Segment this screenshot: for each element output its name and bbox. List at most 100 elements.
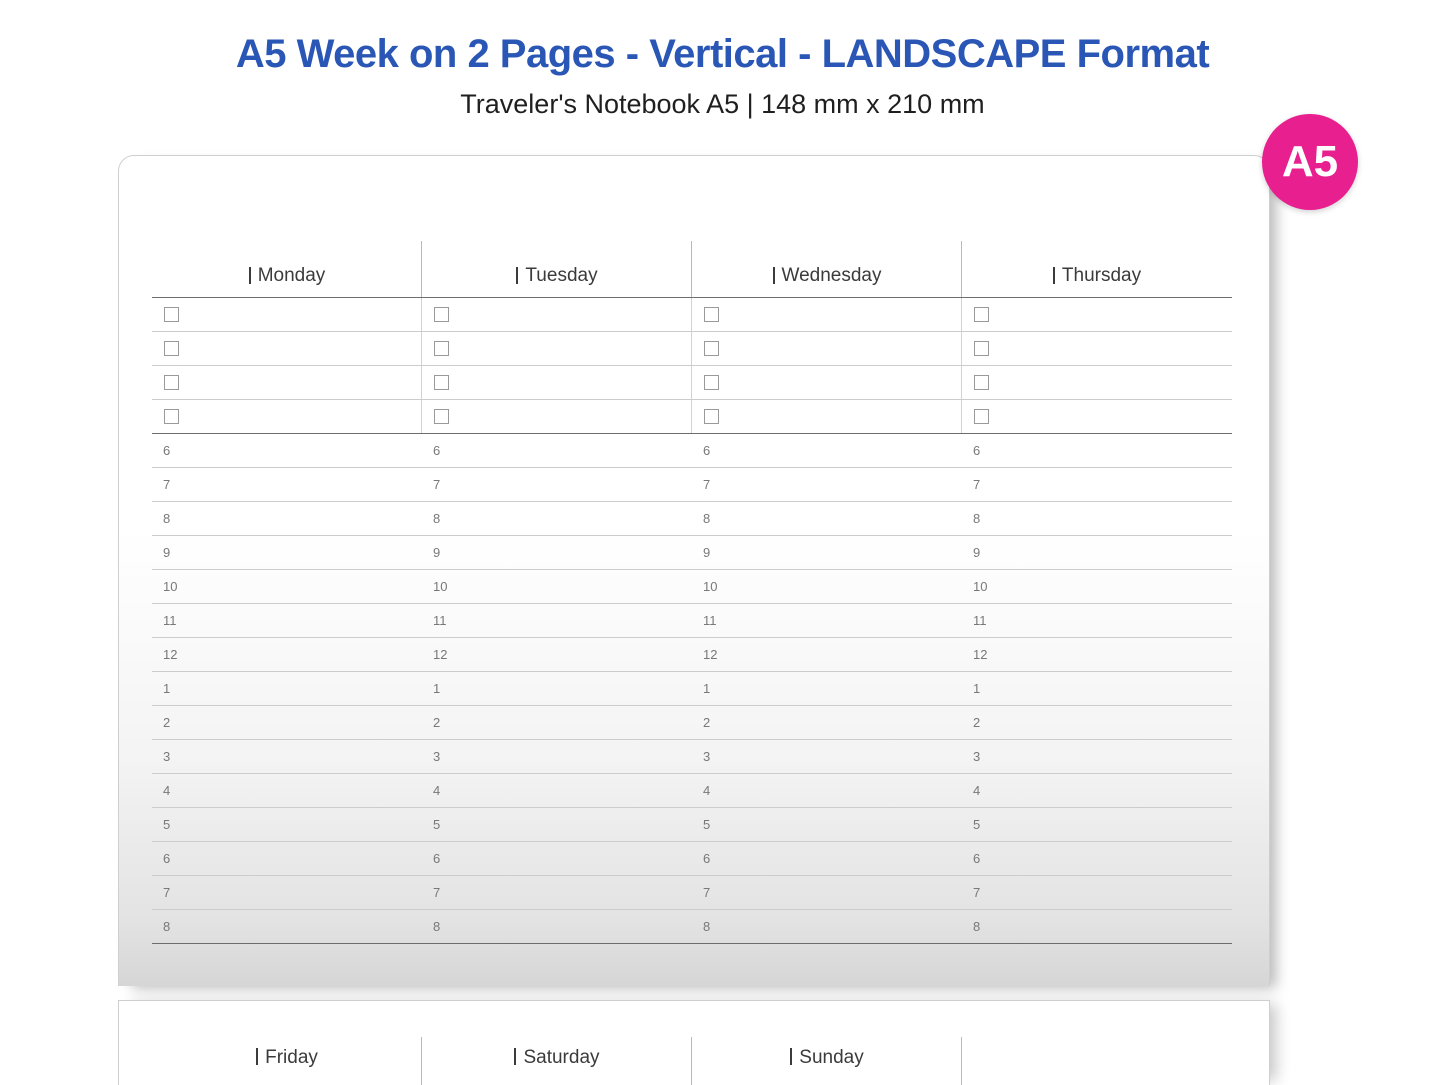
hour-cell-wednesday[interactable]: 7	[692, 876, 962, 909]
hour-cell-wednesday[interactable]: 8	[692, 910, 962, 943]
hour-row: 12 12 12 12	[152, 638, 1232, 672]
hour-cell-tuesday[interactable]: 7	[422, 876, 692, 909]
hour-cell-monday[interactable]: 8	[152, 502, 422, 535]
checkbox-icon[interactable]	[434, 341, 449, 356]
checkbox-icon[interactable]	[164, 375, 179, 390]
hour-row: 8 8 8 8	[152, 910, 1232, 944]
hour-cell-tuesday[interactable]: 4	[422, 774, 692, 807]
checkbox-icon[interactable]	[164, 341, 179, 356]
hour-cell-monday[interactable]: 2	[152, 706, 422, 739]
hour-cell-wednesday[interactable]: 8	[692, 502, 962, 535]
checkbox-icon[interactable]	[164, 307, 179, 322]
hour-cell-monday[interactable]: 4	[152, 774, 422, 807]
hour-cell-wednesday[interactable]: 12	[692, 638, 962, 671]
hour-cell-wednesday[interactable]: 3	[692, 740, 962, 773]
hour-cell-thursday[interactable]: 8	[962, 910, 1232, 943]
checkbox-icon[interactable]	[704, 375, 719, 390]
hour-cell-monday[interactable]: 1	[152, 672, 422, 705]
hour-cell-wednesday[interactable]: 7	[692, 468, 962, 501]
checkbox-icon[interactable]	[434, 375, 449, 390]
hour-cell-wednesday[interactable]: 4	[692, 774, 962, 807]
hour-row: 6 6 6 6	[152, 434, 1232, 468]
hour-cell-wednesday[interactable]: 11	[692, 604, 962, 637]
day-tick-icon	[790, 1047, 793, 1065]
checkbox-icon[interactable]	[974, 409, 989, 424]
day-header-notes	[962, 1031, 1232, 1083]
hour-cell-wednesday[interactable]: 2	[692, 706, 962, 739]
hour-cell-tuesday[interactable]: 8	[422, 910, 692, 943]
hour-cell-thursday[interactable]: 6	[962, 842, 1232, 875]
hour-row: 7 7 7 7	[152, 876, 1232, 910]
hour-cell-wednesday[interactable]: 9	[692, 536, 962, 569]
hour-cell-tuesday[interactable]: 6	[422, 842, 692, 875]
page-header: A5 Week on 2 Pages - Vertical - LANDSCAP…	[0, 0, 1445, 120]
hour-cell-monday[interactable]: 6	[152, 434, 422, 467]
hour-cell-monday[interactable]: 6	[152, 842, 422, 875]
checkbox-icon[interactable]	[974, 375, 989, 390]
hour-cell-monday[interactable]: 10	[152, 570, 422, 603]
hour-cell-thursday[interactable]: 11	[962, 604, 1232, 637]
hour-cell-tuesday[interactable]: 2	[422, 706, 692, 739]
hour-cell-wednesday[interactable]: 1	[692, 672, 962, 705]
hour-cell-thursday[interactable]: 1	[962, 672, 1232, 705]
hour-cell-tuesday[interactable]: 3	[422, 740, 692, 773]
hour-cell-monday[interactable]: 7	[152, 468, 422, 501]
hour-cell-thursday[interactable]: 2	[962, 706, 1232, 739]
hour-cell-wednesday[interactable]: 10	[692, 570, 962, 603]
hour-cell-tuesday[interactable]: 1	[422, 672, 692, 705]
day-tick-icon	[248, 267, 251, 284]
hour-cell-monday[interactable]: 8	[152, 910, 422, 943]
checkbox-icon[interactable]	[974, 341, 989, 356]
hour-cell-monday[interactable]: 7	[152, 876, 422, 909]
hour-cell-thursday[interactable]: 3	[962, 740, 1232, 773]
checkbox-icon[interactable]	[704, 307, 719, 322]
hour-cell-tuesday[interactable]: 11	[422, 604, 692, 637]
hour-cell-tuesday[interactable]: 6	[422, 434, 692, 467]
day-header-label: Wednesday	[781, 265, 882, 286]
checkbox-icon[interactable]	[164, 409, 179, 424]
hour-row: 6 6 6 6	[152, 842, 1232, 876]
hour-cell-tuesday[interactable]: 7	[422, 468, 692, 501]
hour-cell-thursday[interactable]: 4	[962, 774, 1232, 807]
checkbox-cell	[152, 366, 422, 399]
checkbox-icon[interactable]	[704, 341, 719, 356]
hour-cell-thursday[interactable]: 12	[962, 638, 1232, 671]
checkbox-cell	[152, 400, 422, 433]
day-header-label: Sunday	[799, 1046, 864, 1068]
checkbox-cell	[152, 332, 422, 365]
day-header-thursday: Thursday	[962, 231, 1232, 297]
checkbox-icon[interactable]	[704, 409, 719, 424]
hour-cell-monday[interactable]: 12	[152, 638, 422, 671]
checkbox-icon[interactable]	[974, 307, 989, 322]
checkbox-icon[interactable]	[434, 409, 449, 424]
hour-cell-thursday[interactable]: 6	[962, 434, 1232, 467]
hour-cell-monday[interactable]: 5	[152, 808, 422, 841]
hour-cell-monday[interactable]: 11	[152, 604, 422, 637]
weekly-grid-bottom: Friday Saturday Sunday	[152, 1031, 1232, 1085]
hour-cell-thursday[interactable]: 9	[962, 536, 1232, 569]
day-header-sunday: Sunday	[692, 1031, 962, 1085]
hour-cell-wednesday[interactable]: 6	[692, 842, 962, 875]
checkbox-cell	[962, 298, 1232, 331]
hour-cell-monday[interactable]: 3	[152, 740, 422, 773]
day-tick-icon	[772, 267, 775, 284]
day-header-label: Friday	[265, 1046, 318, 1068]
hour-cell-wednesday[interactable]: 5	[692, 808, 962, 841]
hour-cell-tuesday[interactable]: 8	[422, 502, 692, 535]
hour-cell-wednesday[interactable]: 6	[692, 434, 962, 467]
hour-cell-tuesday[interactable]: 9	[422, 536, 692, 569]
checkbox-cell	[692, 332, 962, 365]
hour-cell-tuesday[interactable]: 12	[422, 638, 692, 671]
hour-cell-thursday[interactable]: 8	[962, 502, 1232, 535]
hour-cell-monday[interactable]: 9	[152, 536, 422, 569]
hour-cell-tuesday[interactable]: 5	[422, 808, 692, 841]
hour-cell-tuesday[interactable]: 10	[422, 570, 692, 603]
planner-page-bottom: Friday Saturday Sunday	[118, 1000, 1270, 1085]
hour-cell-thursday[interactable]: 5	[962, 808, 1232, 841]
checkbox-icon[interactable]	[434, 307, 449, 322]
hour-cell-thursday[interactable]: 7	[962, 468, 1232, 501]
checkbox-cell	[692, 366, 962, 399]
hour-cell-thursday[interactable]: 10	[962, 570, 1232, 603]
checkbox-cell	[422, 298, 692, 331]
hour-cell-thursday[interactable]: 7	[962, 876, 1232, 909]
